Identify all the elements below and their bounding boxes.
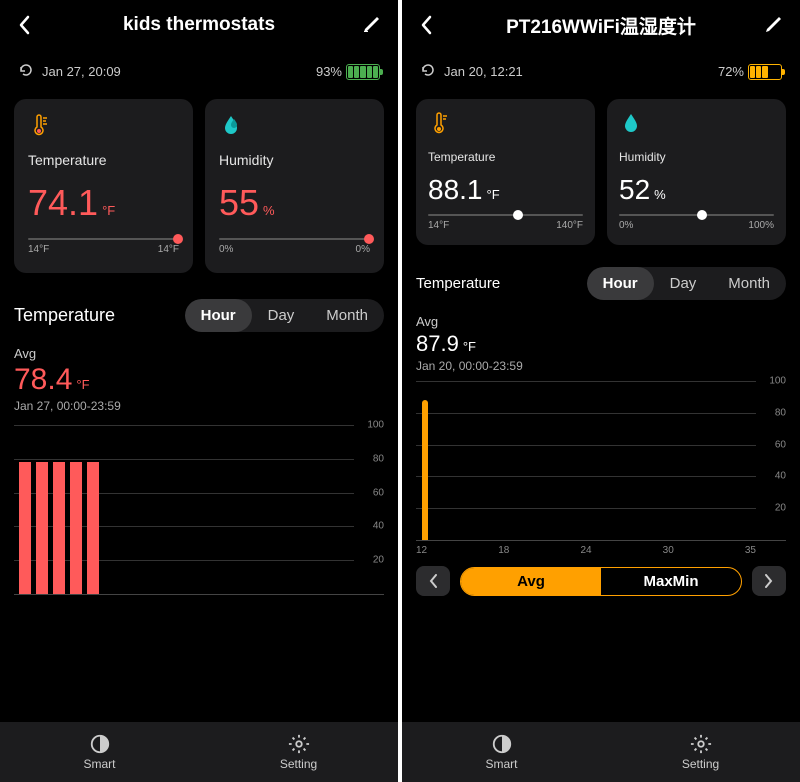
chart-metric-label: Temperature [416,275,500,292]
humidity-value: 52 % [619,174,774,206]
tab-day[interactable]: Day [252,299,311,332]
temperature-card[interactable]: Temperature 88.1 °F 14°F 140°F [416,99,595,245]
header: kids thermostats [0,0,398,50]
chevron-left-icon [429,574,437,588]
battery-icon [346,64,380,80]
bottom-nav: Smart Setting [0,722,398,782]
refresh-icon [420,62,436,78]
temperature-card[interactable]: Temperature 74.1 °F 14°F 14°F [14,99,193,273]
battery-icon [748,64,782,80]
chevron-left-icon [420,15,432,35]
page-title: PT216WWiFi温湿度计 [402,12,800,39]
humidity-value: 55 % [219,182,370,224]
nav-setting[interactable]: Setting [199,722,398,782]
humidity-card[interactable]: Humidity 55 % 0% 0% [205,99,384,273]
temp-range-slider[interactable]: 14°F 14°F [28,244,179,255]
avg-value: 78.4 °F [14,363,384,397]
refresh-icon [18,62,34,78]
avg-time-range: Jan 27, 00:00-23:59 [14,399,384,413]
back-button[interactable] [14,15,34,35]
status-row: Jan 20, 12:21 72% [402,50,800,91]
chart-prev-button[interactable] [416,566,450,596]
timeframe-row: Temperature Hour Day Month [402,253,800,306]
chart-next-button[interactable] [752,566,786,596]
avg-label: Avg [416,314,786,329]
thermometer-icon [28,113,52,137]
avg-time-range: Jan 20, 00:00-23:59 [416,359,786,373]
chart-metric-label: Temperature [14,305,115,326]
avg-maxmin-row: Avg MaxMin [402,556,800,606]
nav-smart[interactable]: Smart [0,722,199,782]
thermometer-icon [428,111,452,135]
avg-block: Avg 87.9 °F Jan 20, 00:00-23:59 [402,306,800,375]
temp-range-slider[interactable]: 14°F 140°F [428,220,583,231]
chevron-left-icon [18,15,30,35]
temp-value: 88.1 °F [428,174,583,206]
temp-label: Temperature [28,152,179,168]
temp-label: Temperature [428,150,583,164]
battery-pct: 72% [718,64,744,79]
timeframe-segmented: Hour Day Month [185,299,384,332]
chevron-right-icon [765,574,773,588]
smart-icon [491,733,513,755]
last-update-time: Jan 20, 12:21 [444,64,523,79]
avg-maxmin-segmented: Avg MaxMin [460,567,742,596]
page-title: kids thermostats [0,14,398,36]
tab-hour[interactable]: Hour [587,267,654,300]
tab-day[interactable]: Day [654,267,713,300]
droplet-icon [619,111,643,135]
gear-icon [288,733,310,755]
smart-icon [89,733,111,755]
header: PT216WWiFi温湿度计 [402,0,800,50]
avg-block: Avg 78.4 °F Jan 27, 00:00-23:59 [0,338,398,415]
bottom-nav: Smart Setting [402,722,800,782]
tab-month[interactable]: Month [712,267,786,300]
edit-button[interactable] [362,14,384,36]
pencil-icon [362,14,382,34]
humidity-range-slider[interactable]: 0% 100% [619,220,774,231]
battery-pct: 93% [316,64,342,79]
humidity-label: Humidity [619,150,774,164]
temperature-chart[interactable]: 100 80 60 40 20 [14,425,384,595]
humidity-range-slider[interactable]: 0% 0% [219,244,370,255]
avg-value: 87.9 °F [416,331,786,357]
avg-label: Avg [14,346,384,361]
edit-button[interactable] [764,14,786,36]
last-update-time: Jan 27, 20:09 [42,64,121,79]
temperature-chart[interactable]: 100 80 60 40 20 [416,381,786,541]
refresh-button[interactable] [420,62,436,81]
back-button[interactable] [416,15,436,35]
humidity-label: Humidity [219,152,370,168]
nav-smart[interactable]: Smart [402,722,601,782]
gear-icon [690,733,712,755]
battery-indicator: 93% [316,64,380,80]
metric-cards: Temperature 74.1 °F 14°F 14°F Humidity 5… [0,91,398,281]
metric-cards: Temperature 88.1 °F 14°F 140°F Humidity … [402,91,800,253]
temp-value: 74.1 °F [28,182,179,224]
chart-x-ticks: 12 18 24 30 35 [416,545,756,556]
status-row: Jan 27, 20:09 93% [0,50,398,91]
seg-maxmin[interactable]: MaxMin [601,568,741,595]
phone-right: PT216WWiFi温湿度计 Jan 20, 12:21 72% Tempera… [402,0,800,782]
nav-setting[interactable]: Setting [601,722,800,782]
humidity-card[interactable]: Humidity 52 % 0% 100% [607,99,786,245]
battery-indicator: 72% [718,64,782,80]
droplet-icon [219,113,243,137]
refresh-button[interactable] [18,62,34,81]
seg-avg[interactable]: Avg [461,568,601,595]
timeframe-row: Temperature Hour Day Month [0,281,398,338]
tab-month[interactable]: Month [310,299,384,332]
phone-left: kids thermostats Jan 27, 20:09 93% Tempe… [0,0,398,782]
pencil-icon [764,14,784,34]
timeframe-segmented: Hour Day Month [587,267,786,300]
tab-hour[interactable]: Hour [185,299,252,332]
